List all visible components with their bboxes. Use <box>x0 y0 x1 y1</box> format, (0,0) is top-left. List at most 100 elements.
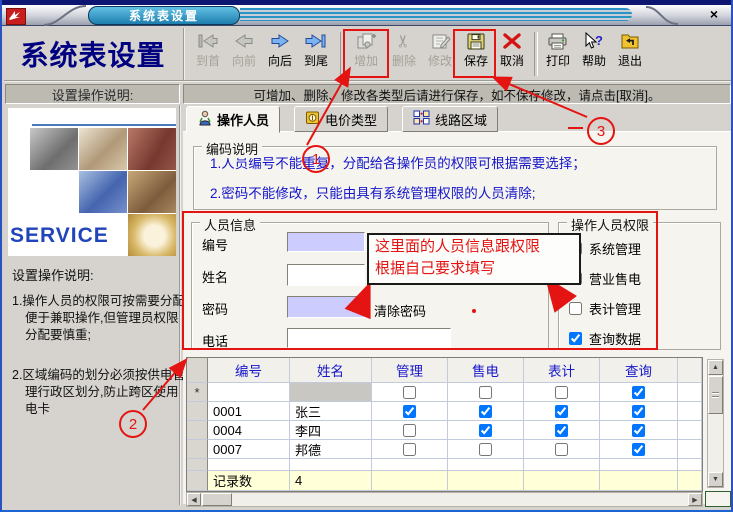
grid-column-query[interactable]: 查询 <box>600 358 678 383</box>
grid-corner-cell <box>187 358 208 383</box>
grid-cell-query <box>600 440 678 459</box>
toolbar-separator <box>534 32 538 76</box>
person-name-input[interactable] <box>287 264 365 286</box>
grid-cell-id[interactable]: 0007 <box>208 440 290 459</box>
tab-line-areas[interactable]: 线路区域 <box>402 106 498 132</box>
note-line-1: 这里面的人员信息跟权限 <box>375 236 573 258</box>
cancel-button[interactable]: 取消 <box>494 29 530 78</box>
horizontal-scroll-thumb[interactable] <box>202 493 232 506</box>
grid-column-name[interactable]: 姓名 <box>290 358 372 383</box>
save-button[interactable]: 保存 <box>458 29 494 78</box>
grid-cell-name[interactable]: 张三 <box>290 402 372 421</box>
grid-check-query[interactable] <box>632 424 645 437</box>
titlebar-curve-right <box>644 5 684 26</box>
first-record-icon <box>196 29 220 53</box>
grid-check-query[interactable] <box>632 386 645 399</box>
grid-column-sales[interactable]: 售电 <box>448 358 524 383</box>
permission-query-checkbox[interactable] <box>569 332 582 345</box>
collage-image-pen <box>79 128 127 170</box>
grid-cell-filler <box>678 421 702 440</box>
last-record-button[interactable]: 到尾 <box>298 29 334 78</box>
tab-price-types[interactable]: 电价类型 <box>294 106 388 132</box>
grid-check-meter[interactable] <box>555 386 568 399</box>
grid-column-admin[interactable]: 管理 <box>372 358 448 383</box>
grid-cell-meter <box>524 402 600 421</box>
last-record-icon <box>304 29 328 53</box>
prev-record-icon <box>232 29 256 53</box>
tab-price-types-label: 电价类型 <box>325 110 377 129</box>
permission-meter-checkbox[interactable] <box>569 302 582 315</box>
grid-check-admin[interactable] <box>403 386 416 399</box>
print-button[interactable]: 打印 <box>540 29 576 78</box>
save-floppy-icon <box>465 29 487 53</box>
grid-row-marker[interactable] <box>187 402 208 421</box>
note-line-2: 根据自己要求填写 <box>375 258 573 280</box>
field-name-label: 姓名 <box>202 267 228 286</box>
person-password-input[interactable] <box>287 296 365 318</box>
prev-record-button[interactable]: 向前 <box>226 29 262 78</box>
person-id-input[interactable] <box>287 232 365 252</box>
scroll-left-icon[interactable]: ◀ <box>187 493 201 506</box>
grid-check-admin[interactable] <box>403 443 416 456</box>
help-icon: ? <box>582 29 606 53</box>
grid-column-id[interactable]: 编号 <box>208 358 290 383</box>
tab-operators[interactable]: 操作人员 <box>186 106 280 133</box>
operators-grid: 编号 姓名 管理 售电 表计 查询 * 0001 张三 0004 李四 <box>186 357 703 492</box>
exit-button[interactable]: 退出 <box>612 29 648 78</box>
grid-check-meter[interactable] <box>555 424 568 437</box>
help-button[interactable]: ? 帮助 <box>576 29 612 78</box>
grid-cell-name[interactable]: 李四 <box>290 421 372 440</box>
grid-vertical-scrollbar[interactable]: ▲ ▼ <box>707 359 724 488</box>
scroll-up-icon[interactable]: ▲ <box>708 360 723 375</box>
grid-check-admin[interactable] <box>403 424 416 437</box>
grid-check-admin[interactable] <box>403 405 416 418</box>
scroll-right-icon[interactable]: ▶ <box>688 493 702 506</box>
clear-password-link[interactable]: 清除密码 <box>374 301 426 320</box>
grid-cell-admin <box>372 440 448 459</box>
permission-meter[interactable]: 表计管理 <box>569 299 641 318</box>
next-record-button[interactable]: 向后 <box>262 29 298 78</box>
sidebar-instruction-2: 2.区域编码的划分必须按供电管理行政区划分,防止跨区使用电卡 <box>12 367 189 418</box>
grid-cell-id[interactable]: 0001 <box>208 402 290 421</box>
edit-button[interactable]: 修改 <box>422 29 458 78</box>
grid-check-sales[interactable] <box>479 424 492 437</box>
next-record-icon <box>268 29 292 53</box>
grid-check-query[interactable] <box>632 405 645 418</box>
first-record-button[interactable]: 到首 <box>190 29 226 78</box>
grid-cell-name[interactable]: 邦德 <box>290 440 372 459</box>
grid-cell-id[interactable]: 0004 <box>208 421 290 440</box>
grid-check-sales[interactable] <box>479 386 492 399</box>
toolbar-separator <box>340 32 344 76</box>
grid-cell-meter <box>524 383 600 402</box>
grid-row-marker[interactable] <box>187 421 208 440</box>
grid-cell-id[interactable] <box>208 383 290 402</box>
edit-icon <box>429 29 451 53</box>
field-id-label: 编号 <box>202 235 228 254</box>
coding-notes-title: 编码说明 <box>202 139 262 158</box>
grid-cell-admin <box>372 383 448 402</box>
grid-check-query[interactable] <box>632 443 645 456</box>
grid-check-sales[interactable] <box>479 443 492 456</box>
permission-query[interactable]: 查询数据 <box>569 329 641 348</box>
app-window: 系统表设置 × 系统表设置 到首 向前 向后 到尾 <box>0 0 733 512</box>
delete-scissors-icon: ✂ <box>397 29 411 53</box>
grid-cell-admin <box>372 402 448 421</box>
grid-row-marker[interactable]: * <box>187 383 208 402</box>
close-icon[interactable]: × <box>705 6 723 22</box>
grid-column-meter[interactable]: 表计 <box>524 358 600 383</box>
vertical-scroll-thumb[interactable] <box>708 376 723 414</box>
grid-check-meter[interactable] <box>555 443 568 456</box>
grid-check-meter[interactable] <box>555 405 568 418</box>
person-phone-input[interactable] <box>287 328 451 348</box>
delete-button[interactable]: ✂ 删除 <box>386 29 422 78</box>
grid-row-marker[interactable] <box>187 440 208 459</box>
titlebar-curve-left <box>40 5 90 26</box>
record-count-value: 4 <box>290 471 372 491</box>
scroll-down-icon[interactable]: ▼ <box>708 472 723 487</box>
exit-icon <box>619 29 641 53</box>
add-button[interactable]: 增加 <box>348 29 384 78</box>
grid-check-sales[interactable] <box>479 405 492 418</box>
grid-cell-name[interactable] <box>290 383 372 402</box>
grid-horizontal-scrollbar[interactable]: ◀ ▶ <box>186 492 703 507</box>
grid-cell-admin <box>372 421 448 440</box>
